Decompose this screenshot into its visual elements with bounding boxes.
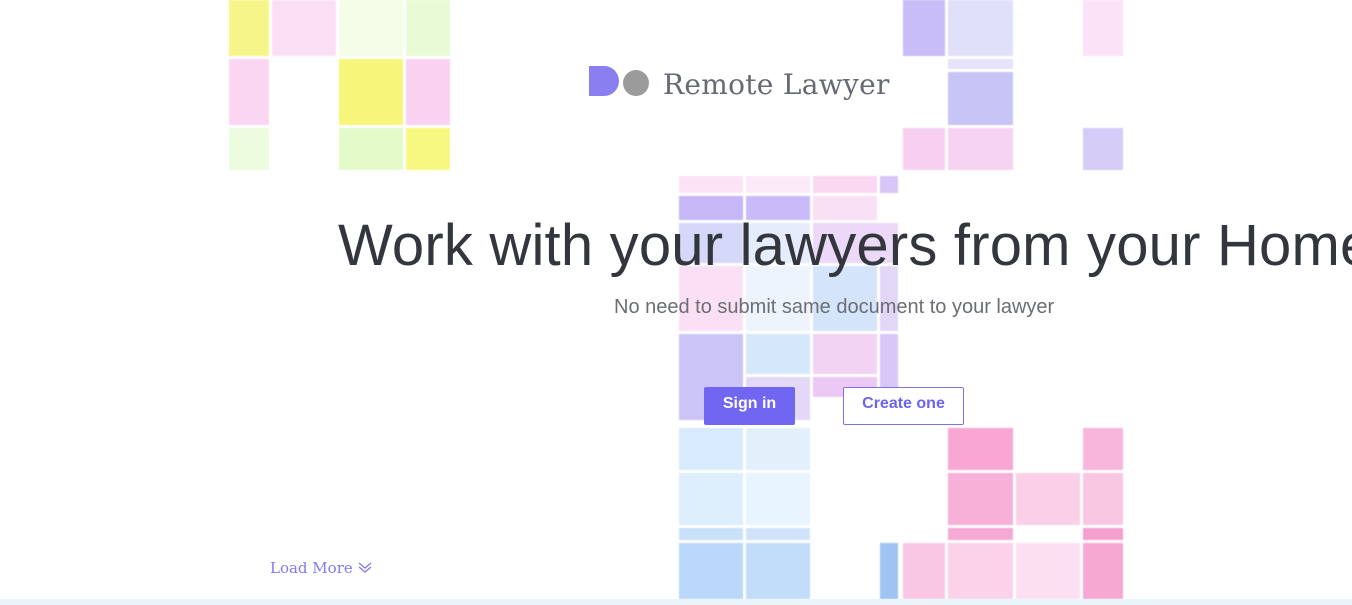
mosaic-tile <box>679 543 743 599</box>
mosaic-tile <box>1016 473 1080 525</box>
mosaic-tile <box>813 334 877 374</box>
brand-name: Remote Lawyer <box>663 68 890 101</box>
mosaic-tile <box>746 176 810 193</box>
mosaic-tile <box>948 72 1013 125</box>
mosaic-tile <box>746 543 810 599</box>
mosaic-tile <box>746 473 810 525</box>
mosaic-tile <box>406 59 450 125</box>
mosaic-tile <box>948 428 1013 470</box>
double-chevron-down-icon <box>358 562 372 573</box>
mosaic-tile <box>1083 543 1123 599</box>
mosaic-tile <box>948 128 1013 170</box>
mosaic-tile <box>339 59 403 125</box>
mosaic-tile <box>406 128 450 170</box>
mosaic-tile <box>903 128 945 170</box>
mosaic-tile <box>1083 428 1123 470</box>
mosaic-tile <box>746 334 810 374</box>
logo-d-icon <box>589 65 619 96</box>
mosaic-tile <box>1083 0 1123 56</box>
mosaic-tile <box>339 128 403 170</box>
logo-o-icon <box>623 69 649 96</box>
mosaic-tile <box>880 543 898 599</box>
mosaic-tile <box>1083 528 1123 540</box>
load-more-label: Load More <box>270 559 353 577</box>
sign-in-button[interactable]: Sign in <box>704 387 795 425</box>
mosaic-tile <box>679 473 743 525</box>
mosaic-tile <box>229 59 269 125</box>
mosaic-tile <box>679 428 743 470</box>
mosaic-tile <box>948 59 1013 69</box>
mosaic-tile <box>903 0 945 56</box>
mosaic-tile <box>679 176 743 193</box>
mosaic-tile <box>406 0 450 56</box>
bottom-strip <box>0 599 1352 605</box>
brand-logo[interactable]: Remote Lawyer <box>589 60 890 101</box>
mosaic-tile <box>339 0 403 56</box>
mosaic-tile <box>229 128 269 170</box>
mosaic-tile <box>948 473 1013 525</box>
mosaic-tile <box>903 543 945 599</box>
load-more-link[interactable]: Load More <box>270 559 372 577</box>
mosaic-tile <box>746 428 810 470</box>
mosaic-tile <box>948 528 1013 540</box>
create-account-button[interactable]: Create one <box>843 387 964 425</box>
mosaic-tile <box>880 176 898 193</box>
mosaic-tile <box>948 0 1013 56</box>
hero-title: Work with your lawyers from your Home <box>338 213 1352 278</box>
mosaic-tile <box>746 528 810 540</box>
hero-subtitle: No need to submit same document to your … <box>614 296 1055 318</box>
mosaic-tile <box>948 543 1013 599</box>
mosaic-tile <box>1016 543 1080 599</box>
mosaic-tile <box>272 0 336 56</box>
mosaic-tile <box>1083 473 1123 525</box>
mosaic-tile <box>813 176 877 193</box>
mosaic-tile <box>1083 128 1123 170</box>
mosaic-tile <box>229 0 269 56</box>
mosaic-tile <box>679 528 743 540</box>
landing-page: Remote Lawyer Work with your lawyers fro… <box>0 0 1352 605</box>
